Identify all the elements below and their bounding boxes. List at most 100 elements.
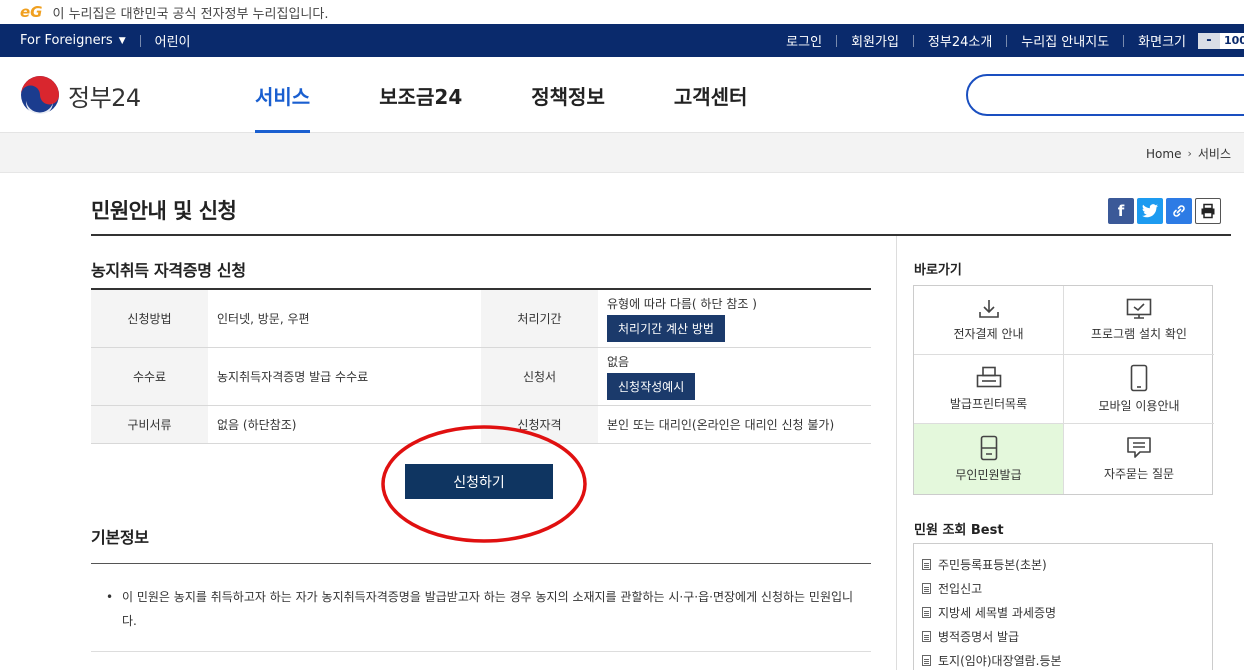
- fee-value: 농지취득자격증명 발급 수수료: [208, 347, 481, 406]
- table-row: 구비서류 없음 (하단참조) 신청자격 본인 또는 대리인(온라인은 대리인 신…: [91, 405, 871, 444]
- link-icon[interactable]: [1166, 198, 1192, 224]
- list-item[interactable]: 주민등록표등본(초본): [914, 552, 1212, 576]
- nav-services[interactable]: 서비스: [255, 57, 311, 133]
- quick-link-label: 발급프린터목록: [949, 397, 1028, 411]
- divider: [139, 34, 141, 47]
- qualification-label: 신청자격: [481, 405, 598, 444]
- form-example-button[interactable]: 신청작성예시: [607, 372, 696, 400]
- best-services-list: 주민등록표등본(초본) 전입신고 지방세 세목별 과세증명 병적증명서 발급 토…: [913, 543, 1213, 670]
- for-foreigners-label: For Foreigners: [20, 33, 113, 48]
- divider: [836, 34, 838, 47]
- basic-info-description: • 이 민원은 농지를 취득하고자 하는 자가 농지취득자격증명을 발급받고자 …: [106, 585, 866, 633]
- share-toolbar: f: [1108, 198, 1221, 224]
- period-calc-button[interactable]: 처리기간 계산 방법: [607, 314, 725, 342]
- document-icon: [922, 606, 931, 618]
- utility-bar: For Foreigners ▼ 어린이 로그인 회원가입 정부24소개 누리집…: [0, 24, 1244, 57]
- method-label: 신청방법: [91, 289, 208, 348]
- period-cell: 유형에 따라 다름( 하단 참조 ) 처리기간 계산 방법: [598, 289, 871, 348]
- signup-link[interactable]: 회원가입: [851, 31, 899, 50]
- page-title: 민원안내 및 신청: [91, 199, 237, 223]
- service-info-table: 신청방법 인터넷, 방문, 우편 처리기간 유형에 따라 다름( 하단 참조 )…: [91, 288, 871, 444]
- quick-link-epayment[interactable]: 전자결제 안내: [914, 286, 1064, 355]
- period-label: 처리기간: [481, 289, 598, 348]
- bullet-icon: •: [106, 590, 114, 604]
- title-divider: [91, 234, 1231, 236]
- method-value: 인터넷, 방문, 우편: [208, 289, 481, 348]
- chat-bubble-icon: [1127, 437, 1151, 458]
- gov24-logo[interactable]: 정부24: [20, 75, 141, 115]
- page: eG 이 누리집은 대한민국 공식 전자정부 누리집입니다. For Forei…: [0, 0, 1244, 670]
- apply-button[interactable]: 신청하기: [405, 464, 553, 499]
- printer-icon: [976, 366, 1001, 388]
- best-services-heading: 민원 조회 Best: [914, 523, 1004, 538]
- zoom-out-button[interactable]: -: [1198, 32, 1220, 49]
- docs-label: 구비서류: [91, 405, 208, 444]
- list-item-label: 전입신고: [938, 581, 983, 596]
- divider: [1006, 34, 1008, 47]
- zoom-control: - 100%: [1198, 32, 1244, 49]
- quick-link-label: 자주묻는 질문: [1103, 467, 1175, 481]
- chevron-right-icon: ›: [1187, 147, 1192, 160]
- kids-link[interactable]: 어린이: [155, 31, 191, 50]
- document-icon: [922, 654, 931, 666]
- download-icon: [978, 300, 999, 318]
- gov-official-banner: eG 이 누리집은 대한민국 공식 전자정부 누리집입니다.: [0, 0, 1244, 24]
- nav-customer-center[interactable]: 고객센터: [674, 57, 748, 133]
- login-link[interactable]: 로그인: [786, 31, 822, 50]
- kiosk-icon: [980, 435, 997, 461]
- table-row: 수수료 농지취득자격증명 발급 수수료 신청서 없음 신청작성예시: [91, 347, 871, 406]
- about-link[interactable]: 정부24소개: [928, 31, 992, 50]
- quick-link-mobile[interactable]: 모바일 이용안내: [1064, 355, 1214, 424]
- sidebar-divider: [896, 236, 897, 670]
- basic-info-divider: [91, 563, 871, 564]
- list-item-label: 병적증명서 발급: [938, 629, 1020, 644]
- quick-link-program-check[interactable]: 프로그램 설치 확인: [1064, 286, 1214, 355]
- for-foreigners-dropdown[interactable]: For Foreigners ▼: [20, 33, 126, 48]
- quick-links-grid: 전자결제 안내 프로그램 설치 확인 발급프린터목록 모바일 이용안내 무인민원…: [913, 285, 1214, 495]
- twitter-icon[interactable]: [1137, 198, 1163, 224]
- monitor-icon: [1126, 298, 1152, 319]
- service-name-heading: 농지취득 자격증명 신청: [91, 261, 246, 280]
- print-icon[interactable]: [1195, 198, 1221, 224]
- nav-policy-info[interactable]: 정책정보: [531, 57, 605, 133]
- form-value: 없음: [607, 354, 630, 369]
- caret-down-icon: ▼: [118, 35, 126, 46]
- quick-link-label: 전자결제 안내: [953, 327, 1024, 341]
- quick-link-printers[interactable]: 발급프린터목록: [914, 355, 1064, 424]
- quick-link-faq[interactable]: 자주묻는 질문: [1064, 424, 1214, 494]
- logo-text: 정부24: [68, 83, 141, 112]
- breadcrumb-current[interactable]: 서비스: [1198, 145, 1231, 162]
- screen-size-label: 화면크기: [1138, 35, 1186, 50]
- period-value: 유형에 따라 다름( 하단 참조 ): [607, 296, 757, 311]
- breadcrumb-band: Home › 서비스: [0, 133, 1244, 173]
- breadcrumb: Home › 서비스: [1146, 145, 1231, 162]
- document-icon: [922, 558, 931, 570]
- main-navigation: 서비스 보조금24 정책정보 고객센터: [255, 57, 816, 133]
- form-label: 신청서: [481, 347, 598, 406]
- fee-label: 수수료: [91, 347, 208, 406]
- quick-links-heading: 바로가기: [914, 263, 962, 278]
- nav-subsidy24[interactable]: 보조금24: [379, 57, 462, 133]
- egov-logo: eG: [20, 3, 43, 21]
- gov-banner-text: 이 누리집은 대한민국 공식 전자정부 누리집입니다.: [52, 6, 329, 22]
- list-item-label: 토지(임야)대장열람.등본: [938, 653, 1062, 668]
- list-item-label: 지방세 세목별 과세증명: [938, 605, 1057, 620]
- search-input[interactable]: [966, 74, 1244, 116]
- basic-info-text: 이 민원은 농지를 취득하고자 하는 자가 농지취득자격증명을 발급받고자 하는…: [122, 590, 854, 628]
- form-cell: 없음 신청작성예시: [598, 347, 871, 406]
- divider: [912, 34, 914, 47]
- list-item[interactable]: 병적증명서 발급: [914, 624, 1212, 648]
- breadcrumb-home[interactable]: Home: [1146, 147, 1181, 161]
- quick-link-label: 프로그램 설치 확인: [1091, 327, 1187, 341]
- zoom-value: 100%: [1220, 32, 1244, 49]
- quick-link-kiosk[interactable]: 무인민원발급: [914, 424, 1064, 494]
- facebook-icon[interactable]: f: [1108, 198, 1134, 224]
- list-item-label: 주민등록표등본(초본): [938, 557, 1047, 572]
- list-item[interactable]: 토지(임야)대장열람.등본: [914, 648, 1212, 670]
- sitemap-link[interactable]: 누리집 안내지도: [1021, 31, 1109, 50]
- basic-info-heading: 기본정보: [91, 528, 149, 547]
- list-item[interactable]: 전입신고: [914, 576, 1212, 600]
- quick-link-label: 모바일 이용안내: [1098, 399, 1180, 413]
- qualification-value: 본인 또는 대리인(온라인은 대리인 신청 불가): [598, 405, 871, 444]
- list-item[interactable]: 지방세 세목별 과세증명: [914, 600, 1212, 624]
